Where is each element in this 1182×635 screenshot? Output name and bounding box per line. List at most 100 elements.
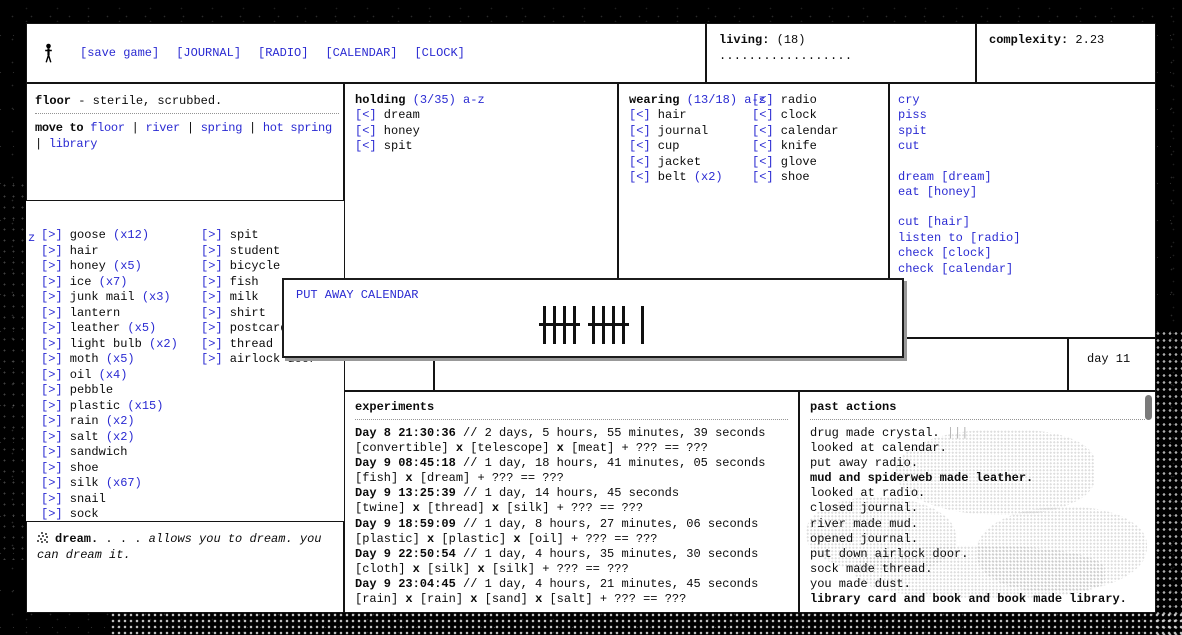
put-down-icon[interactable]: [<] <box>752 155 774 169</box>
put-down-icon[interactable]: [<] <box>629 139 651 153</box>
put-down-icon[interactable]: [<] <box>355 108 377 122</box>
floor-item-rain[interactable]: [>] rain (x2) <box>41 414 178 430</box>
put-down-icon[interactable]: [<] <box>355 139 377 153</box>
pick-up-icon[interactable]: [>] <box>41 321 63 335</box>
move-to-spring[interactable]: spring <box>201 121 242 135</box>
action-cut-hair[interactable]: cut [hair] <box>898 215 1147 230</box>
action-eat-honey[interactable]: eat [honey] <box>898 185 1147 200</box>
pick-up-icon[interactable]: [>] <box>201 275 223 289</box>
calendar-modal: PUT AWAY CALENDAR <box>282 278 904 358</box>
pick-up-icon[interactable]: [>] <box>41 492 63 506</box>
pick-up-icon[interactable]: [>] <box>201 228 223 242</box>
action-cry[interactable]: cry <box>898 93 1147 108</box>
floor-item-light-bulb[interactable]: [>] light bulb (x2) <box>41 337 178 353</box>
scrollbar-thumb[interactable] <box>1145 395 1152 420</box>
pick-up-icon[interactable]: [>] <box>41 352 63 366</box>
move-to-floor[interactable]: floor <box>90 121 125 135</box>
action-spit[interactable]: spit <box>898 124 1147 139</box>
floor-item-oil[interactable]: [>] oil (x4) <box>41 368 178 384</box>
pick-up-icon[interactable]: [>] <box>41 430 63 444</box>
floor-item-salt[interactable]: [>] salt (x2) <box>41 430 178 446</box>
wearing-item-glove[interactable]: [<] glove <box>752 155 838 170</box>
pick-up-icon[interactable]: [>] <box>41 290 63 304</box>
menu-save-game-button[interactable]: [save game] <box>80 46 159 60</box>
pick-up-icon[interactable]: [>] <box>41 368 63 382</box>
put-down-icon[interactable]: [<] <box>752 93 774 107</box>
holding-item-honey[interactable]: [<] honey <box>355 124 607 139</box>
wearing-item-radio[interactable]: [<] radio <box>752 93 838 108</box>
move-to-river[interactable]: river <box>145 121 180 135</box>
pick-up-icon[interactable]: [>] <box>201 290 223 304</box>
pick-up-icon[interactable]: [>] <box>41 445 63 459</box>
wearing-item-clock[interactable]: [<] clock <box>752 108 838 123</box>
action-check-calendar[interactable]: check [calendar] <box>898 262 1147 277</box>
wearing-item-knife[interactable]: [<] knife <box>752 139 838 154</box>
pick-up-icon[interactable]: [>] <box>201 337 223 351</box>
floor-item-sock[interactable]: [>] sock <box>41 507 178 521</box>
pick-up-icon[interactable]: [>] <box>41 306 63 320</box>
floor-item-spit[interactable]: [>] spit <box>201 228 316 244</box>
menu-clock-button[interactable]: [CLOCK] <box>414 46 464 60</box>
floor-item-student[interactable]: [>] student <box>201 244 316 260</box>
floor-item-ice[interactable]: [>] ice (x7) <box>41 275 178 291</box>
floor-item-leather[interactable]: [>] leather (x5) <box>41 321 178 337</box>
floor-item-moth[interactable]: [>] moth (x5) <box>41 352 178 368</box>
put-down-icon[interactable]: [<] <box>355 124 377 138</box>
wearing-item-calendar[interactable]: [<] calendar <box>752 124 838 139</box>
pick-up-icon[interactable]: [>] <box>41 507 63 521</box>
move-to-hot-spring[interactable]: hot spring <box>263 121 332 135</box>
holding-item-spit[interactable]: [<] spit <box>355 139 607 154</box>
pick-up-icon[interactable]: [>] <box>201 352 223 366</box>
pick-up-icon[interactable]: [>] <box>201 321 223 335</box>
action-listen-to-radio[interactable]: listen to [radio] <box>898 231 1147 246</box>
put-down-icon[interactable]: [<] <box>629 108 651 122</box>
holding-item-dream[interactable]: [<] dream <box>355 108 607 123</box>
floor-item-honey[interactable]: [>] honey (x5) <box>41 259 178 275</box>
action-piss[interactable]: piss <box>898 108 1147 123</box>
pick-up-icon[interactable]: [>] <box>41 228 63 242</box>
pick-up-icon[interactable]: [>] <box>41 414 63 428</box>
floor-item-junk-mail[interactable]: [>] junk mail (x3) <box>41 290 178 306</box>
item-label: junk mail <box>63 290 135 304</box>
floor-item-hair[interactable]: [>] hair <box>41 244 178 260</box>
pick-up-icon[interactable]: [>] <box>41 244 63 258</box>
pick-up-icon[interactable]: [>] <box>201 244 223 258</box>
floor-item-shoe[interactable]: [>] shoe <box>41 461 178 477</box>
menu-journal-button[interactable]: [JOURNAL] <box>176 46 241 60</box>
pick-up-icon[interactable]: [>] <box>201 259 223 273</box>
floor-item-sandwich[interactable]: [>] sandwich <box>41 445 178 461</box>
action-dream-dream[interactable]: dream [dream] <box>898 170 1147 185</box>
pick-up-icon[interactable]: [>] <box>41 337 63 351</box>
menu-radio-button[interactable]: [RADIO] <box>258 46 308 60</box>
move-to-library[interactable]: library <box>49 137 97 151</box>
put-down-icon[interactable]: [<] <box>752 170 774 184</box>
floor-item-lantern[interactable]: [>] lantern <box>41 306 178 322</box>
put-down-icon[interactable]: [<] <box>629 124 651 138</box>
put-away-calendar-button[interactable]: PUT AWAY CALENDAR <box>296 288 418 302</box>
floor-item-bicycle[interactable]: [>] bicycle <box>201 259 316 275</box>
put-down-icon[interactable]: [<] <box>752 139 774 153</box>
pick-up-icon[interactable]: [>] <box>41 399 63 413</box>
put-down-icon[interactable]: [<] <box>752 124 774 138</box>
put-down-icon[interactable]: [<] <box>629 155 651 169</box>
floor-item-snail[interactable]: [>] snail <box>41 492 178 508</box>
holding-sort-az[interactable]: a-z <box>463 93 485 107</box>
wearing-item-shoe[interactable]: [<] shoe <box>752 170 838 185</box>
put-down-icon[interactable]: [<] <box>752 108 774 122</box>
pick-up-icon[interactable]: [>] <box>41 275 63 289</box>
pick-up-icon[interactable]: [>] <box>41 259 63 273</box>
menu-calendar-button[interactable]: [CALENDAR] <box>325 46 397 60</box>
put-down-icon[interactable]: [<] <box>629 170 651 184</box>
floor-item-goose[interactable]: [>] goose (x12) <box>41 228 178 244</box>
floor-item-silk[interactable]: [>] silk (x67) <box>41 476 178 492</box>
action-check-clock[interactable]: check [clock] <box>898 246 1147 261</box>
pick-up-icon[interactable]: [>] <box>201 306 223 320</box>
action-cut[interactable]: cut <box>898 139 1147 154</box>
pick-up-icon[interactable]: [>] <box>41 476 63 490</box>
floor-item-plastic[interactable]: [>] plastic (x15) <box>41 399 178 415</box>
sort-az-partial[interactable]: z <box>28 231 35 245</box>
pick-up-icon[interactable]: [>] <box>41 383 63 397</box>
pick-up-icon[interactable]: [>] <box>41 461 63 475</box>
item-label: journal <box>651 124 709 138</box>
floor-item-pebble[interactable]: [>] pebble <box>41 383 178 399</box>
